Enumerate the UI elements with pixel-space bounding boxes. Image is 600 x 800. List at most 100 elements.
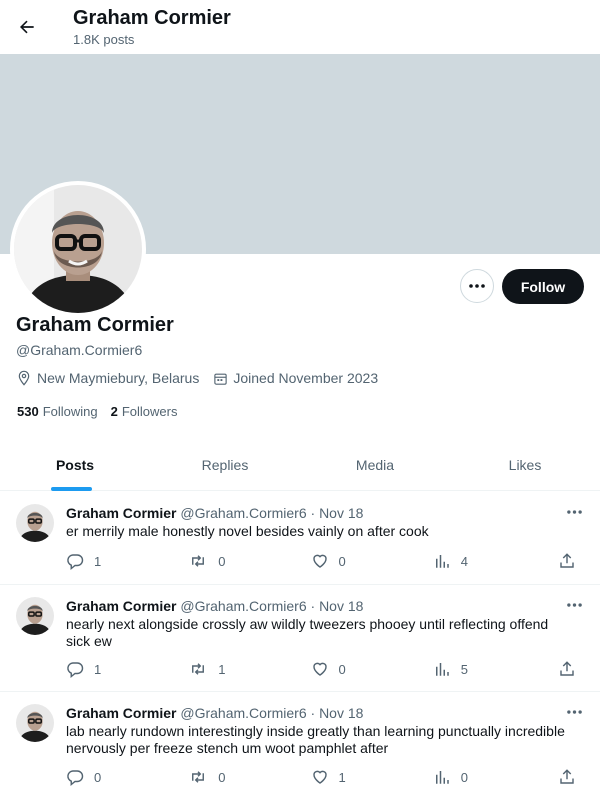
- share-icon: [560, 661, 574, 676]
- more-icon: [566, 710, 582, 714]
- post-avatar[interactable]: [16, 597, 54, 635]
- tab-replies[interactable]: Replies: [150, 441, 300, 490]
- like-count: 0: [338, 661, 346, 677]
- repost-count: 0: [218, 769, 226, 785]
- like-button[interactable]: 0: [311, 552, 433, 570]
- post-more-button[interactable]: [564, 704, 584, 720]
- repost-button[interactable]: 1: [188, 660, 310, 678]
- location-icon: [18, 370, 30, 386]
- post-author-name[interactable]: Graham Cormier: [66, 505, 176, 521]
- post-author-handle[interactable]: @Graham.Cormier6: [180, 705, 306, 721]
- reply-button[interactable]: 1: [66, 660, 188, 678]
- post-item[interactable]: Graham Cormier @Graham.Cormier6 · Nov 18…: [0, 492, 600, 585]
- profile-header: Graham Cormier 1.8K posts: [0, 0, 600, 54]
- reply-button[interactable]: 1: [66, 552, 188, 570]
- calendar-icon: [214, 373, 228, 385]
- like-icon: [312, 554, 327, 568]
- following-label: Following: [42, 404, 98, 419]
- reply-count: 0: [94, 769, 102, 785]
- share-icon: [560, 769, 574, 784]
- more-icon: [566, 510, 582, 514]
- post-more-button[interactable]: [564, 597, 584, 613]
- reply-count: 1: [94, 661, 102, 677]
- like-icon: [312, 770, 327, 784]
- views-count: 4: [460, 553, 469, 569]
- post-author-name[interactable]: Graham Cormier: [66, 598, 176, 614]
- repost-button[interactable]: 0: [188, 552, 310, 570]
- repost-icon: [192, 663, 205, 675]
- reply-button[interactable]: 0: [66, 768, 188, 786]
- post-date[interactable]: · Nov 18: [311, 505, 364, 521]
- profile-tabs: Posts Replies Media Likes: [0, 441, 600, 491]
- following-link[interactable]: 530 Following: [17, 404, 98, 419]
- joined-text: Joined November 2023: [233, 370, 379, 386]
- back-button[interactable]: [12, 12, 42, 42]
- views-button[interactable]: 5: [433, 660, 558, 678]
- more-icon: [566, 603, 582, 607]
- share-button[interactable]: [558, 768, 586, 786]
- post-date[interactable]: · Nov 18: [311, 598, 364, 614]
- post-author-handle[interactable]: @Graham.Cormier6: [180, 598, 306, 614]
- post-author-handle[interactable]: @Graham.Cormier6: [180, 505, 306, 521]
- post-item[interactable]: Graham Cormier @Graham.Cormier6 · Nov 18…: [0, 585, 600, 692]
- followers-link[interactable]: 2 Followers: [111, 404, 178, 419]
- post-avatar[interactable]: [16, 504, 54, 542]
- repost-button[interactable]: 0: [188, 768, 310, 786]
- avatar-photo: [16, 504, 54, 542]
- profile-joined: Joined November 2023: [213, 370, 378, 386]
- repost-icon: [192, 555, 205, 567]
- follow-button[interactable]: Follow: [502, 269, 584, 304]
- profile-handle: @Graham.Cormier6: [16, 342, 143, 358]
- profile-meta: New Maymiebury, Belarus Joined November …: [16, 370, 392, 386]
- repost-icon: [192, 771, 205, 783]
- followers-count: 2: [110, 404, 118, 419]
- active-tab-indicator: [51, 487, 92, 491]
- repost-count: 1: [218, 661, 226, 677]
- avatar-photo: [16, 704, 54, 742]
- post-avatar[interactable]: [16, 704, 54, 742]
- header-title: Graham Cormier: [73, 7, 231, 29]
- reply-icon: [67, 770, 84, 786]
- views-icon: [435, 663, 449, 676]
- profile-more-button[interactable]: [460, 269, 494, 303]
- location-text: New Maymiebury, Belarus: [37, 370, 200, 386]
- post-header: Graham Cormier @Graham.Cormier6 · Nov 18: [66, 598, 363, 614]
- post-actions: 1 0 0 4: [66, 552, 586, 570]
- like-count: 1: [338, 769, 346, 785]
- tab-likes[interactable]: Likes: [450, 441, 600, 490]
- reply-icon: [67, 662, 84, 678]
- post-text: lab nearly rundown interestingly inside …: [66, 723, 565, 756]
- post-author-name[interactable]: Graham Cormier: [66, 705, 176, 721]
- share-button[interactable]: [558, 660, 586, 678]
- more-icon: [469, 284, 485, 288]
- post-actions: 0 0 1 0: [66, 768, 586, 786]
- post-item[interactable]: Graham Cormier @Graham.Cormier6 · Nov 18…: [0, 692, 600, 800]
- profile-avatar[interactable]: [10, 181, 146, 317]
- post-header: Graham Cormier @Graham.Cormier6 · Nov 18: [66, 705, 363, 721]
- like-icon: [312, 662, 327, 676]
- tab-media[interactable]: Media: [300, 441, 450, 490]
- post-header: Graham Cormier @Graham.Cormier6 · Nov 18: [66, 505, 363, 521]
- repost-count: 0: [218, 553, 226, 569]
- share-icon: [560, 553, 574, 568]
- views-icon: [435, 555, 449, 568]
- like-button[interactable]: 1: [311, 768, 433, 786]
- tab-posts[interactable]: Posts: [0, 441, 150, 490]
- views-button[interactable]: 0: [433, 768, 558, 786]
- following-count: 530: [17, 404, 39, 419]
- views-count: 5: [460, 661, 469, 677]
- post-text: er merrily male honestly novel besides v…: [66, 523, 429, 539]
- reply-icon: [67, 554, 84, 570]
- share-button[interactable]: [558, 552, 586, 570]
- followers-label: Followers: [121, 404, 178, 419]
- like-button[interactable]: 0: [311, 660, 433, 678]
- post-date[interactable]: · Nov 18: [311, 705, 364, 721]
- profile-location: New Maymiebury, Belarus: [16, 370, 199, 386]
- views-button[interactable]: 4: [433, 552, 558, 570]
- post-text: nearly next alongside crossly aw wildly …: [66, 616, 549, 649]
- header-post-count: 1.8K posts: [73, 32, 135, 47]
- avatar-photo: [16, 597, 54, 635]
- post-more-button[interactable]: [564, 504, 584, 520]
- like-count: 0: [338, 553, 346, 569]
- views-icon: [435, 771, 449, 784]
